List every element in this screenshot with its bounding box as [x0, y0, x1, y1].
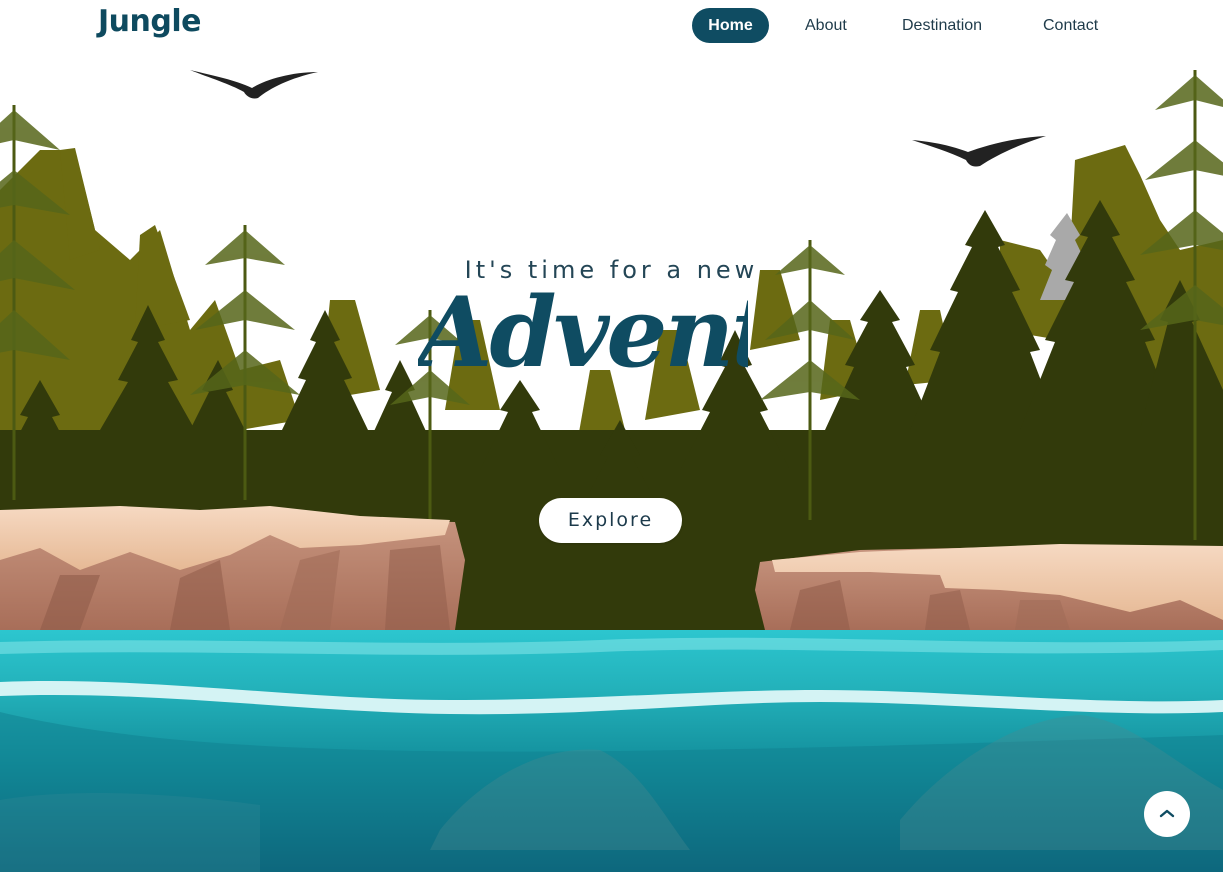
left-cliff	[0, 506, 465, 630]
bird-left	[190, 70, 318, 99]
nav-home-link[interactable]: Home	[692, 8, 769, 43]
hero-background-illustration	[0, 70, 1223, 872]
scroll-to-top-button[interactable]	[1144, 791, 1190, 837]
chevron-up-icon	[1159, 809, 1175, 818]
top-navbar: Jungle Home About Destination Contact	[0, 0, 1223, 52]
hero-headline: Adventure	[418, 278, 748, 388]
nav-contact-link[interactable]: Contact	[1043, 8, 1098, 43]
explore-button[interactable]: Explore	[539, 498, 682, 543]
bird-right	[912, 136, 1046, 167]
nav-destination-link[interactable]: Destination	[902, 8, 982, 43]
nav-about-link[interactable]: About	[805, 8, 847, 43]
site-logo[interactable]: Jungle	[98, 4, 201, 39]
right-cliff	[755, 544, 1223, 630]
water	[0, 630, 1223, 872]
